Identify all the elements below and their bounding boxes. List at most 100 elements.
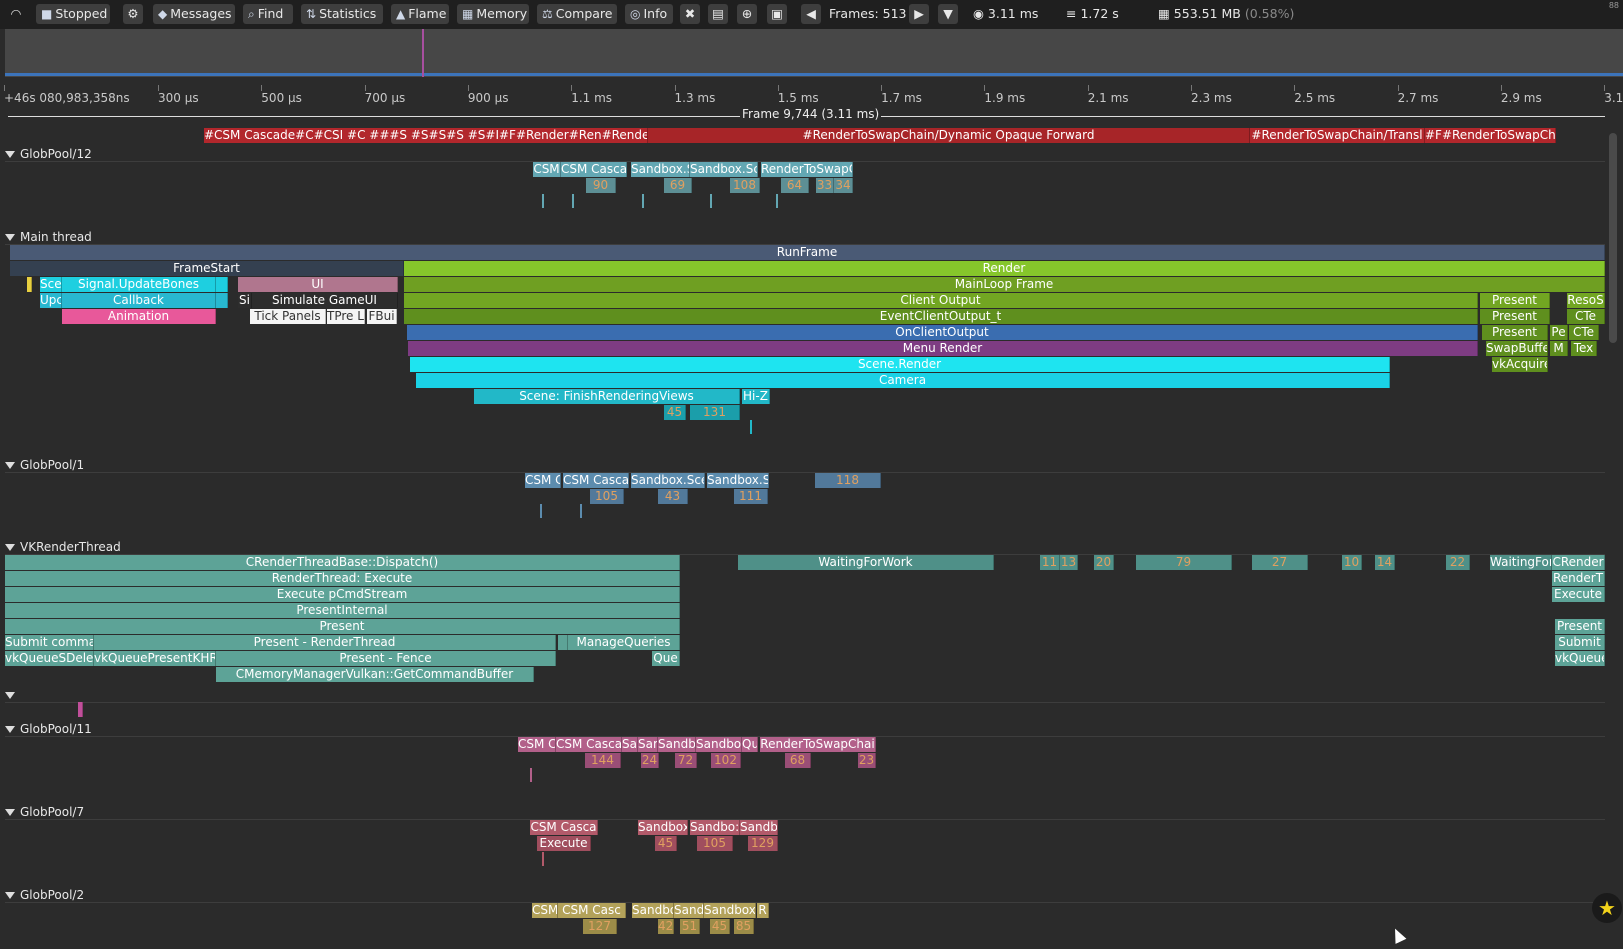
thread-header-main[interactable]: Main thread	[0, 229, 1605, 245]
zone-sliver[interactable]	[642, 194, 644, 208]
thread-header-globpool12[interactable]: GlobPool/12	[0, 146, 1605, 162]
zone-callback[interactable]: Callback	[62, 293, 216, 308]
thread-header-globpool1[interactable]: GlobPool/1	[0, 457, 1605, 473]
zone-csm-cascade[interactable]: CSM Casca	[563, 473, 629, 488]
tools-button[interactable]: ✖	[680, 4, 700, 24]
zone-sandbox[interactable]: Sandbo	[740, 820, 778, 835]
zone-que[interactable]: Que	[652, 651, 680, 666]
zone-count[interactable]: 105	[590, 489, 624, 504]
zone-qu[interactable]: Qu	[742, 737, 758, 752]
zone-present[interactable]: Present	[1480, 309, 1550, 324]
zone-onclientoutput[interactable]: OnClientOutput	[407, 325, 1478, 340]
zone-eventclientoutput[interactable]: EventClientOutput_t	[404, 309, 1478, 324]
zone-waiting-for-work[interactable]: WaitingForWork	[738, 555, 994, 570]
zone-count[interactable]: 11	[1040, 555, 1060, 570]
thread-header-globpool7[interactable]: GlobPool/7	[0, 804, 1605, 820]
zone-count[interactable]: 51	[680, 919, 700, 934]
zone-count[interactable]: 13	[1060, 555, 1078, 570]
zone-crender[interactable]: CRender	[1552, 555, 1605, 570]
connection-wifi-icon[interactable]: ◠	[6, 4, 26, 24]
zone-c[interactable]	[558, 635, 568, 650]
zone-sandbox[interactable]: Sandbo:	[690, 820, 740, 835]
zone-execute[interactable]: Execute	[1552, 587, 1605, 602]
zone-csm-cascade[interactable]: CSM Casca	[556, 737, 622, 752]
zone-present[interactable]: Present	[5, 619, 680, 634]
zone-cte[interactable]: CTe	[1569, 325, 1599, 340]
zone-present[interactable]: Present	[1555, 619, 1605, 634]
zone-sliver[interactable]	[542, 194, 544, 208]
zone-presentinternal[interactable]: PresentInternal	[5, 603, 680, 618]
zone-swapbuffers[interactable]: SwapBuffe	[1486, 341, 1548, 356]
zone-count[interactable]: 24	[641, 753, 659, 768]
zone-count[interactable]: 85	[734, 919, 754, 934]
zone-sandbox[interactable]: Sandbox.Sce	[631, 473, 705, 488]
zone-vkqueue-delete[interactable]: vkQueueSDelet	[5, 651, 94, 666]
zone-sliver[interactable]	[540, 504, 542, 518]
zone-execute[interactable]: Execute	[537, 836, 591, 851]
zone-marker[interactable]	[27, 277, 32, 292]
zone-menu-render[interactable]: Menu Render	[408, 341, 1478, 356]
robot-button[interactable]: ▣	[767, 4, 787, 24]
frame-overview-graph[interactable]	[5, 29, 1623, 77]
settings-gear-button[interactable]: ⚙	[123, 4, 143, 24]
zone-sliver[interactable]	[572, 194, 574, 208]
zone-animation[interactable]: Animation	[62, 309, 216, 324]
zone-count[interactable]: 45	[710, 919, 730, 934]
zone-managequeries[interactable]: ManageQueries	[568, 635, 680, 650]
zone-count[interactable]: 14	[1375, 555, 1395, 570]
zone-count[interactable]: 105	[697, 836, 733, 851]
gpu-zone-csm[interactable]: #CSM Cascade#C#CSI #C ###S #S#S#S #S#I#F…	[204, 128, 648, 143]
zone-camera[interactable]: Camera	[416, 373, 1390, 388]
thread-header-globpool2[interactable]: GlobPool/2	[0, 887, 1605, 903]
zone-tpre[interactable]: TPre L	[327, 309, 365, 324]
zone-count[interactable]: 144	[585, 753, 621, 768]
statistics-button[interactable]: ⇅ Statistics	[301, 4, 383, 24]
info-button[interactable]: ◎ Info	[625, 4, 673, 24]
zone-count[interactable]: 131	[690, 405, 740, 420]
zone-render-to-swapchain[interactable]: RenderToSwapChai	[760, 737, 876, 752]
clipboard-button[interactable]: ▤	[708, 4, 728, 24]
zone-resc[interactable]: ResoS	[1567, 293, 1605, 308]
find-button[interactable]: ⌕ Find	[243, 4, 293, 24]
zone-count[interactable]: 10	[1342, 555, 1362, 570]
zone-sliver[interactable]	[530, 768, 532, 782]
zone-renderthread-execute[interactable]: RenderThread: Execute	[5, 571, 680, 586]
gpu-zone-translucent[interactable]: #RenderToSwapChain/Transl	[1250, 128, 1425, 143]
zone-tex[interactable]: Tex	[1571, 341, 1597, 356]
zone-csm[interactable]: CSM	[533, 162, 561, 177]
zone-render[interactable]: Render	[404, 261, 1605, 276]
zone-csm[interactable]: CSM	[532, 903, 558, 918]
zone-upc[interactable]: Upc	[40, 293, 62, 308]
frame-dropdown-button[interactable]: ▼	[938, 4, 958, 24]
zone-count[interactable]: 33	[816, 178, 834, 193]
zone-present-fence[interactable]: Present - Fence	[216, 651, 556, 666]
zone-sliver[interactable]	[542, 852, 544, 866]
gpu-zone-opaque-forward[interactable]: #RenderToSwapChain/Dynamic Opaque Forwar…	[648, 128, 1250, 143]
zone-sce[interactable]: Sce	[40, 277, 62, 292]
zone-count[interactable]: 127	[583, 919, 617, 934]
zone-runframe[interactable]: RunFrame	[10, 245, 1605, 260]
zone-mainloop-frame[interactable]: MainLoop Frame	[404, 277, 1605, 292]
zone-finish-rendering-views[interactable]: Scene: FinishRenderingViews	[474, 389, 740, 404]
zone-count[interactable]: 79	[1136, 555, 1232, 570]
zone-count[interactable]: 111	[734, 489, 768, 504]
zone-csm[interactable]: CSM C	[518, 737, 556, 752]
stopped-button[interactable]: ■ Stopped	[36, 4, 110, 24]
zone-present-renderthread[interactable]: Present - RenderThread	[94, 635, 556, 650]
zone-count[interactable]: 22	[1446, 555, 1470, 570]
zone-sandbox[interactable]: Sand	[674, 903, 704, 918]
zone-dispatch[interactable]: CRenderThreadBase::Dispatch()	[5, 555, 680, 570]
zone-csm-cascade[interactable]: CSM Casc	[558, 903, 626, 918]
zone-count[interactable]: 129	[748, 836, 778, 851]
zone-count[interactable]: 108	[730, 178, 760, 193]
scrollbar-thumb[interactable]	[1609, 133, 1617, 343]
star-icon[interactable]: ★	[1592, 893, 1622, 923]
zone-ui[interactable]: UI	[238, 277, 398, 292]
zone-sliver[interactable]	[710, 194, 712, 208]
zone-sliver[interactable]	[580, 504, 582, 518]
zone-count[interactable]: 68	[785, 753, 811, 768]
zone-sandbox[interactable]: Sandb	[658, 737, 696, 752]
zone-count[interactable]: 43	[658, 489, 688, 504]
zone-count[interactable]: 45	[664, 405, 686, 420]
zone-count[interactable]: 64	[781, 178, 809, 193]
